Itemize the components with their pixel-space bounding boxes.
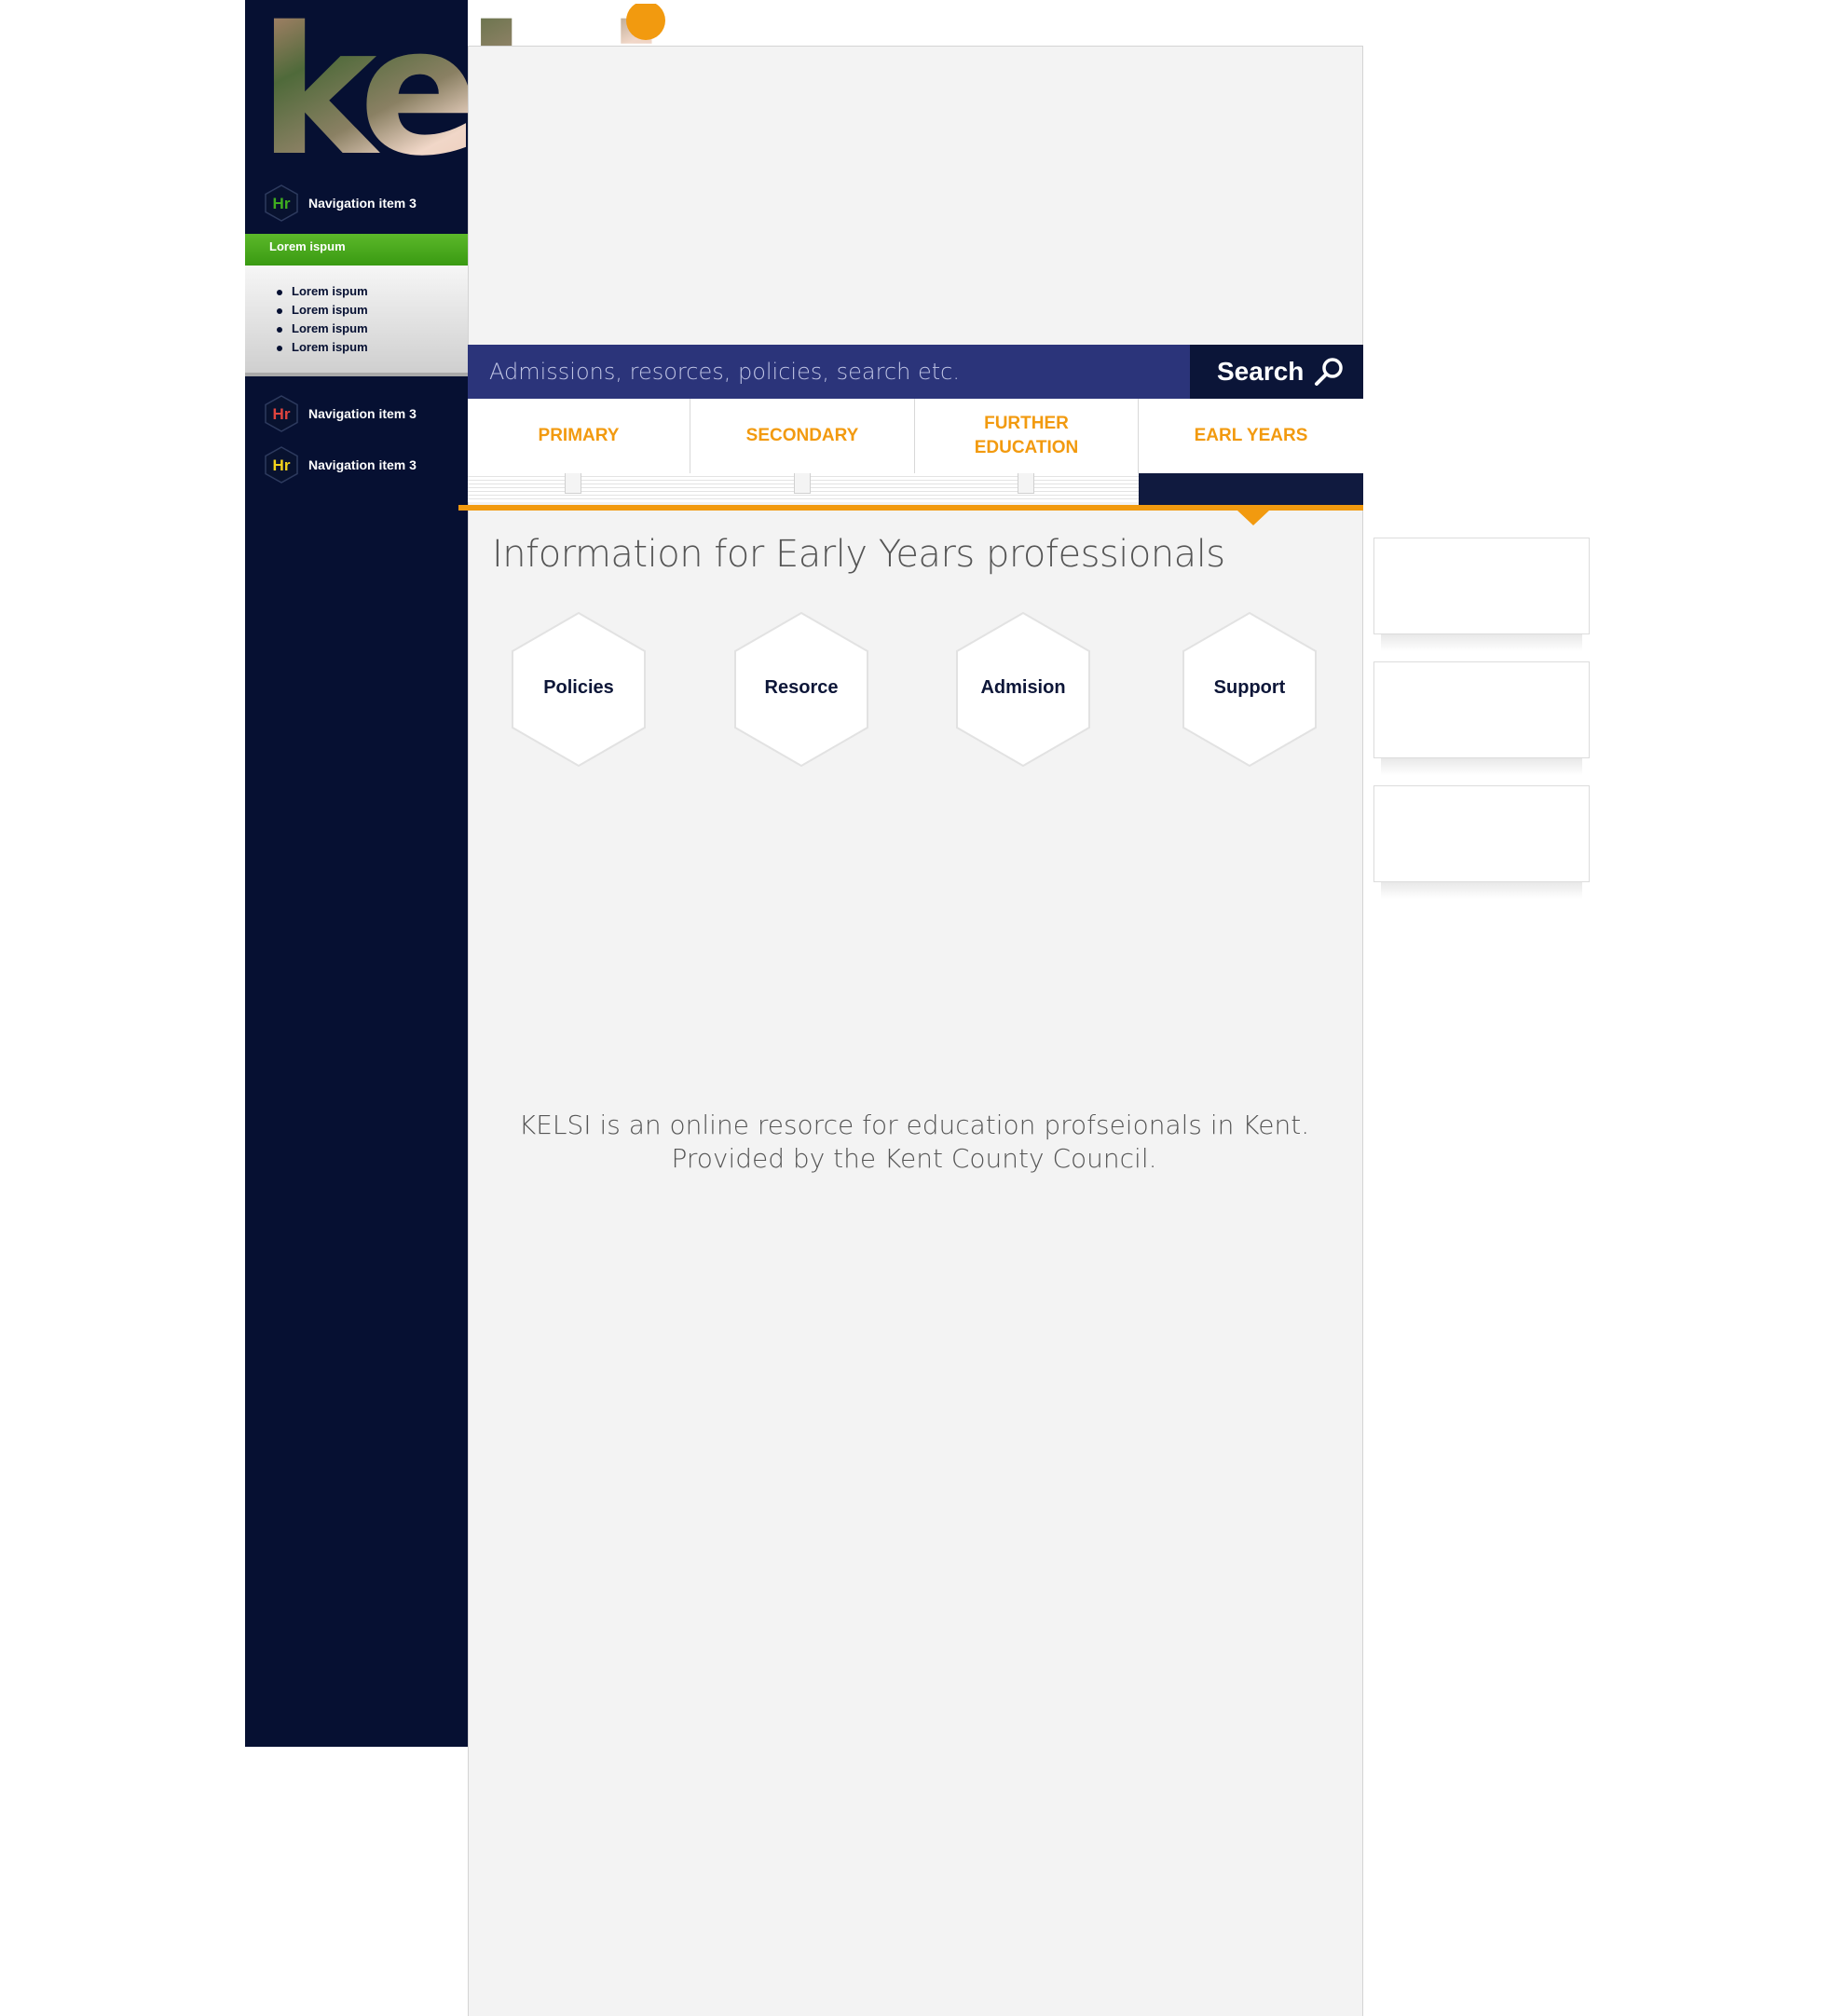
tab-early-years[interactable]: EARL YEARS bbox=[1139, 399, 1363, 473]
svg-text:Hr: Hr bbox=[273, 195, 291, 212]
sidebar-widget-1[interactable] bbox=[1373, 538, 1590, 634]
tab-label: EARL YEARS bbox=[1194, 426, 1308, 445]
tab-further-education[interactable]: FURTHER EDUCATION bbox=[915, 399, 1139, 473]
card-admision[interactable]: Admision bbox=[955, 612, 1091, 767]
card-label: Resorce bbox=[764, 677, 839, 698]
tab-label: PRIMARY bbox=[538, 426, 620, 445]
submenu-title: Lorem ispum bbox=[269, 239, 346, 253]
widget-shadow bbox=[1381, 634, 1582, 651]
card-resorce[interactable]: Resorce bbox=[733, 612, 869, 767]
sidebar-item-label: Navigation item 3 bbox=[308, 196, 417, 211]
tab-tag-icon bbox=[565, 473, 581, 494]
main-panel bbox=[468, 46, 1363, 2016]
widget-shadow bbox=[1381, 758, 1582, 775]
submenu-item[interactable]: Lorem ispum bbox=[277, 338, 468, 357]
hr-hexagon-icon: Hr bbox=[265, 446, 298, 484]
sidebar-item-navigation-3[interactable]: Hr Navigation item 3 bbox=[264, 446, 459, 484]
sidebar-item-label: Navigation item 3 bbox=[308, 406, 417, 421]
card-support[interactable]: Support bbox=[1182, 612, 1318, 767]
tab-tag-icon bbox=[1018, 473, 1034, 494]
submenu-list: Lorem ispum Lorem ispum Lorem ispum Lore… bbox=[245, 266, 468, 376]
tab-tag-icon bbox=[794, 473, 811, 494]
tab-secondary[interactable]: SECONDARY bbox=[690, 399, 915, 473]
submenu-item[interactable]: Lorem ispum bbox=[277, 282, 468, 301]
hr-hexagon-icon: Hr bbox=[265, 184, 298, 222]
widget-shadow bbox=[1381, 882, 1582, 899]
search-button[interactable]: Search bbox=[1190, 345, 1363, 399]
card-label: Policies bbox=[543, 677, 614, 698]
submenu-item[interactable]: Lorem ispum bbox=[277, 320, 468, 338]
page-title: Information for Early Years professional… bbox=[492, 533, 1225, 576]
sidebar-item-navigation-2[interactable]: Hr Navigation item 3 bbox=[264, 395, 459, 432]
search-input[interactable] bbox=[468, 345, 1190, 399]
active-tab-pointer-icon bbox=[1237, 511, 1269, 525]
search-button-label: Search bbox=[1217, 357, 1305, 386]
tab-label: FURTHER EDUCATION bbox=[974, 414, 1079, 457]
accent-divider bbox=[458, 505, 1363, 511]
search-icon bbox=[1315, 358, 1344, 386]
sidebar-widget-2[interactable] bbox=[1373, 661, 1590, 758]
card-label: Admision bbox=[980, 677, 1066, 698]
svg-text:Hr: Hr bbox=[273, 405, 291, 423]
hr-hexagon-icon: Hr bbox=[265, 395, 298, 432]
tab-primary[interactable]: PRIMARY bbox=[468, 399, 690, 473]
tab-label: SECONDARY bbox=[745, 426, 859, 445]
submenu-item[interactable]: Lorem ispum bbox=[277, 301, 468, 320]
sidebar-item-navigation-1[interactable]: Hr Navigation item 3 bbox=[264, 184, 459, 222]
tab-active-indicator bbox=[1139, 473, 1363, 506]
about-text: KELSI is an online resorce for education… bbox=[518, 1110, 1310, 1174]
card-label: Support bbox=[1213, 677, 1286, 698]
card-policies[interactable]: Policies bbox=[511, 612, 647, 767]
submenu-header[interactable]: Lorem ispum bbox=[245, 234, 468, 273]
svg-text:Hr: Hr bbox=[273, 456, 291, 474]
sidebar-item-label: Navigation item 3 bbox=[308, 457, 417, 472]
sidebar-widget-3[interactable] bbox=[1373, 785, 1590, 882]
